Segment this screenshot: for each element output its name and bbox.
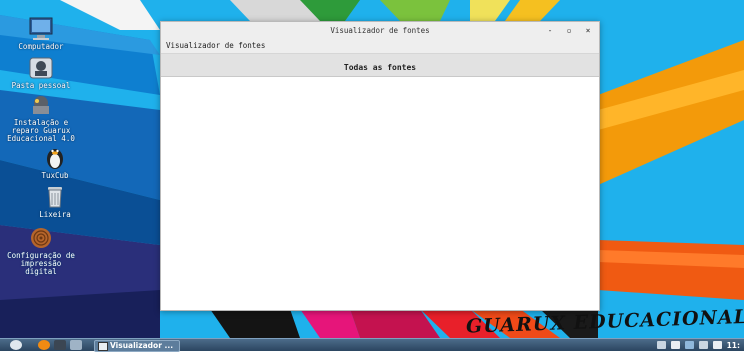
clock[interactable]: 11:: [727, 341, 740, 350]
taskbar-task-font-viewer[interactable]: Visualizador ...: [94, 340, 180, 352]
window-controls: - ▫ ×: [545, 25, 593, 37]
tux-icon: [47, 149, 63, 169]
desktop-icon-label: Lixeira: [39, 210, 71, 219]
trash-icon: [48, 187, 62, 208]
desktop-icon-lixeira[interactable]: Lixeira: [17, 184, 93, 219]
system-tray: 11:: [656, 339, 740, 351]
desktop-icon-configuracao-impressao[interactable]: Configuração de impressão digital: [3, 225, 79, 276]
firefox-icon[interactable]: [38, 340, 50, 350]
font-viewer-window[interactable]: Visualizador de fontes - ▫ × Visualizado…: [160, 21, 600, 311]
desktop-icon-label: Configuração de impressão digital: [7, 251, 75, 276]
desktop-icon-pasta-pessoal[interactable]: Pasta pessoal: [3, 55, 79, 90]
app-menubar: Visualizador de fontes: [161, 41, 599, 53]
keyboard-icon[interactable]: [670, 341, 680, 349]
minimize-button[interactable]: -: [545, 25, 555, 37]
header-title: Todas as fontes: [343, 63, 417, 72]
desktop-icon-tuxcub[interactable]: TuxCub: [17, 145, 93, 180]
close-button[interactable]: ×: [583, 25, 593, 37]
installer-icon: [33, 96, 49, 114]
user-icon[interactable]: [656, 341, 666, 349]
desktop-icon-instalacao[interactable]: Instalação e reparo Guarux Educacional 4…: [3, 92, 79, 143]
network-icon[interactable]: [684, 341, 694, 349]
desktop-icon-label: Instalação e reparo Guarux Educacional 4…: [7, 118, 75, 143]
start-menu-icon[interactable]: [10, 340, 22, 350]
desktop-icon-computador[interactable]: Computador: [3, 16, 79, 51]
font-list-area[interactable]: [161, 77, 599, 310]
header-bar: Todas as fontes: [161, 53, 599, 77]
desktop-icon-label: Pasta pessoal: [11, 81, 71, 90]
app-menu-button[interactable]: Visualizador de fontes: [166, 41, 265, 50]
computer-icon: [29, 17, 53, 40]
taskbar: Visualizador ... 11:: [0, 338, 744, 352]
volume-icon[interactable]: [712, 341, 722, 349]
terminal-icon[interactable]: [54, 340, 66, 350]
display-icon[interactable]: [698, 341, 708, 349]
window-title: Visualizador de fontes: [330, 26, 430, 35]
fingerprint-icon: [31, 228, 51, 248]
maximize-button[interactable]: ▫: [564, 25, 574, 37]
desktop-icon-label: Computador: [18, 42, 64, 51]
home-folder-icon: [29, 57, 53, 79]
file-manager-icon[interactable]: [70, 340, 82, 350]
window-titlebar[interactable]: Visualizador de fontes - ▫ ×: [161, 22, 599, 41]
desktop-icon-label: TuxCub: [41, 171, 69, 180]
